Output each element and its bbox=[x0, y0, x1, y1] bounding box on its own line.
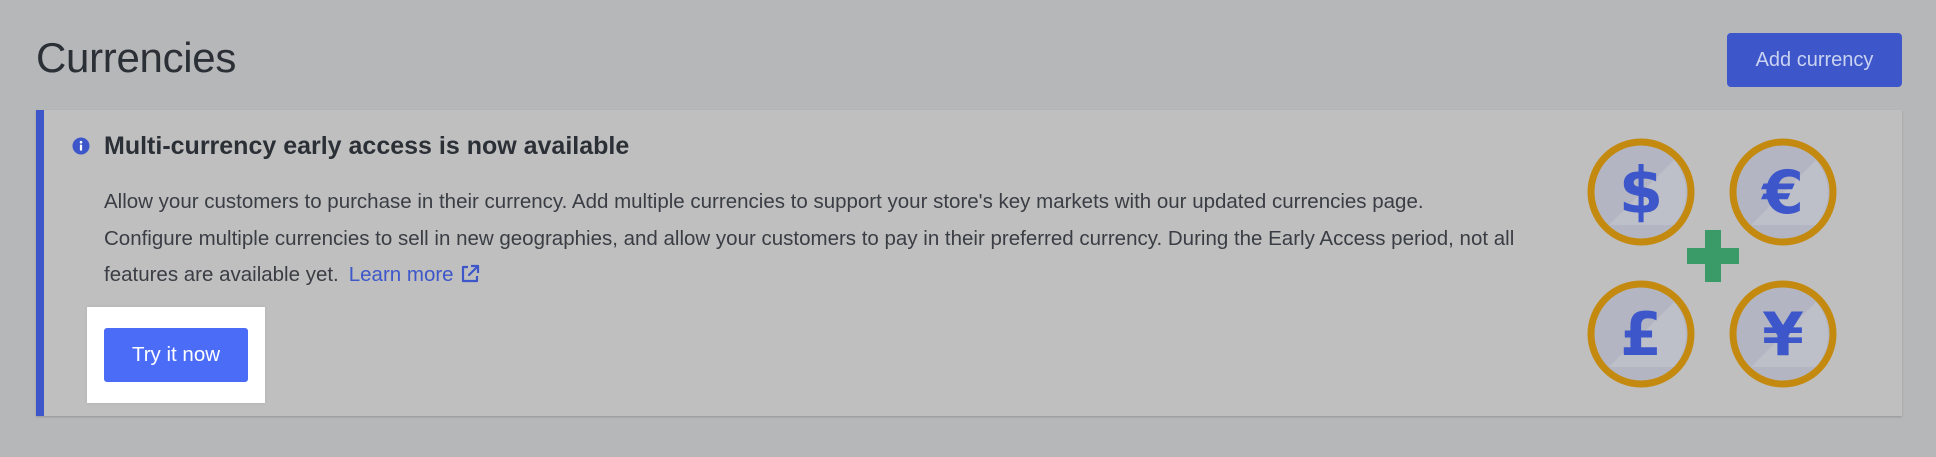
dollar-symbol: $ bbox=[1619, 155, 1664, 229]
external-link-icon bbox=[461, 264, 479, 283]
dollar-coin-icon: $ bbox=[1587, 138, 1695, 246]
banner-title: Multi-currency early access is now avail… bbox=[104, 132, 630, 160]
currencies-illustration: $ € £ ¥ bbox=[1587, 138, 1837, 388]
yen-symbol: ¥ bbox=[1762, 300, 1804, 370]
learn-more-label: Learn more bbox=[348, 263, 454, 286]
try-now-highlight: Try it now bbox=[87, 307, 265, 403]
info-icon bbox=[72, 137, 90, 155]
add-currency-button[interactable]: Add currency bbox=[1727, 33, 1902, 87]
euro-symbol: € bbox=[1760, 158, 1804, 228]
pound-coin-icon: £ bbox=[1587, 280, 1695, 388]
page-title: Currencies bbox=[36, 34, 237, 81]
pound-symbol: £ bbox=[1620, 300, 1662, 370]
euro-coin-icon: € bbox=[1729, 138, 1837, 246]
banner-description: Allow your customers to purchase in thei… bbox=[104, 184, 1554, 294]
banner-description-line2: Configure multiple currencies to sell in… bbox=[104, 226, 1515, 287]
yen-coin-icon: ¥ bbox=[1729, 280, 1837, 388]
plus-icon bbox=[1687, 230, 1739, 282]
banner-description-line1: Allow your customers to purchase in thei… bbox=[104, 190, 1424, 213]
learn-more-link[interactable]: Learn more bbox=[349, 263, 481, 286]
try-it-now-button[interactable]: Try it now bbox=[104, 328, 248, 382]
multi-currency-banner: Multi-currency early access is now avail… bbox=[36, 110, 1902, 416]
